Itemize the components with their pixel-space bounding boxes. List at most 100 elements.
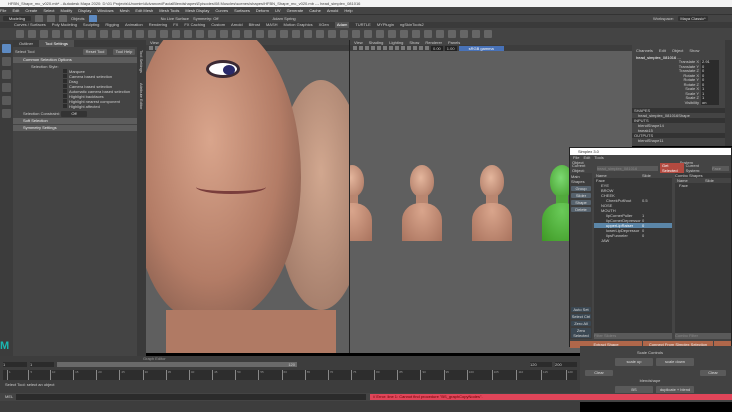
checkbox[interactable]: [63, 104, 67, 108]
shelf-tool-icon[interactable]: [208, 30, 216, 38]
symmetry-dropdown[interactable]: Symmetry: Off: [193, 16, 218, 21]
shelf-tool-icon[interactable]: [220, 30, 228, 38]
selection-constraint-dropdown[interactable]: Off: [61, 111, 88, 117]
shelf-tool-icon[interactable]: [340, 30, 348, 38]
zero-selected-button[interactable]: Zero Selected: [571, 328, 591, 338]
shelf-tool-icon[interactable]: [328, 30, 336, 38]
checkbox[interactable]: [63, 79, 67, 83]
slider-filter-input[interactable]: Filter Sliders: [594, 333, 672, 339]
selection-option[interactable]: Highlight affected: [13, 104, 137, 109]
cb-output[interactable]: blendShape11: [632, 138, 725, 143]
auto-set-button[interactable]: Auto Set: [571, 307, 591, 312]
menu-display[interactable]: Display: [78, 8, 91, 13]
menu-file[interactable]: File: [0, 8, 6, 13]
start-frame-field[interactable]: 1: [3, 362, 27, 367]
checkbox[interactable]: [63, 89, 67, 93]
menu-select[interactable]: Select: [43, 8, 54, 13]
shelf-tool-icon[interactable]: [376, 30, 384, 38]
delete-button[interactable]: Delete: [571, 207, 591, 212]
shelf-tool-icon[interactable]: [232, 30, 240, 38]
menu-mesh-tools[interactable]: Mesh Tools: [159, 8, 179, 13]
shelf-tool-icon[interactable]: [280, 30, 288, 38]
scale-tool-icon[interactable]: [2, 109, 11, 118]
shelf-tool-icon[interactable]: [88, 30, 96, 38]
shelf-tool-icon[interactable]: [244, 30, 252, 38]
end-frame-field[interactable]: 200: [555, 362, 577, 367]
lasso-tool-icon[interactable]: [2, 57, 11, 66]
shelf-tool-icon[interactable]: [16, 30, 24, 38]
menu-deform[interactable]: Deform: [256, 8, 269, 13]
shelf-tool-icon[interactable]: [76, 30, 84, 38]
shelf-tool-icon[interactable]: [112, 30, 120, 38]
clear-button-right[interactable]: Clear: [700, 370, 726, 376]
common-selection-frame[interactable]: Common Selection Options: [13, 57, 137, 63]
checkbox[interactable]: [63, 84, 67, 88]
shelf-tool-icon[interactable]: [436, 30, 444, 38]
shelf-tool-icon[interactable]: [100, 30, 108, 38]
shelf-tool-icon[interactable]: [136, 30, 144, 38]
menu-modify[interactable]: Modify: [61, 8, 73, 13]
menu-edit-mesh[interactable]: Edit Mesh: [135, 8, 153, 13]
attr-value[interactable]: on: [701, 100, 719, 105]
menu-surfaces[interactable]: Surfaces: [234, 8, 250, 13]
shelf-tool-icon[interactable]: [64, 30, 72, 38]
checkbox[interactable]: [63, 74, 67, 78]
combo-tree-item[interactable]: Face: [675, 183, 731, 188]
shelf-tool-icon[interactable]: [148, 30, 156, 38]
shelf-tool-icon[interactable]: [364, 30, 372, 38]
menu-edit[interactable]: Edit: [12, 8, 19, 13]
attribute-editor-strip-tab[interactable]: Attribute Editor: [139, 83, 144, 109]
cb-menu-channels[interactable]: Channels: [636, 48, 653, 53]
menu-cache[interactable]: Cache: [309, 8, 321, 13]
tool-help-button[interactable]: Tool Help: [113, 48, 135, 55]
reset-tool-button[interactable]: Reset Tool: [83, 48, 107, 55]
shelf-tool-icon[interactable]: [268, 30, 276, 38]
simplex-menu-tools[interactable]: Tools: [594, 155, 603, 160]
scale-down-button[interactable]: scale down: [656, 358, 694, 366]
select-ctrl-button[interactable]: Select Ctrl: [571, 314, 591, 319]
shelf-tool-icon[interactable]: [316, 30, 324, 38]
shelf-tool-icon[interactable]: [52, 30, 60, 38]
menu-help[interactable]: Help: [344, 8, 352, 13]
shelf-tool-icon[interactable]: [484, 30, 492, 38]
menu-generate[interactable]: Generate: [287, 8, 304, 13]
slider-tree[interactable]: Name Slide Face EYE BROW CHEEK CheekPuff/out 0…: [594, 173, 672, 339]
rotate-tool-icon[interactable]: [2, 96, 11, 105]
vp2-menu-renderer[interactable]: Renderer: [425, 40, 442, 45]
shelf-tool-icon[interactable]: [352, 30, 360, 38]
channel-attr[interactable]: Visibility on: [632, 100, 719, 105]
group-button[interactable]: Group: [571, 186, 591, 191]
checkbox[interactable]: [63, 69, 67, 73]
tool-settings-strip-tab[interactable]: Tool Settings: [139, 50, 144, 73]
color-space-dropdown[interactable]: sRGB gamma: [458, 45, 504, 51]
shelf-tool-icon[interactable]: [184, 30, 192, 38]
get-selected-button[interactable]: Get Selected: [659, 163, 684, 173]
tab-tool-settings[interactable]: Tool Settings: [39, 40, 74, 47]
paint-select-icon[interactable]: [2, 70, 11, 79]
vp2-menu-lighting[interactable]: Lighting: [389, 40, 403, 45]
command-input[interactable]: [16, 394, 366, 400]
combo-tree[interactable]: Combo Shapes Name Slide Face Combo Filter: [675, 173, 731, 339]
current-system-dropdown[interactable]: Face: [712, 165, 729, 171]
shelf-tool-icon[interactable]: [460, 30, 468, 38]
range-slider[interactable]: 120: [57, 362, 297, 367]
shelf-tool-icon[interactable]: [40, 30, 48, 38]
simplex-menu-edit[interactable]: Edit: [583, 155, 590, 160]
shelf-tool-icon[interactable]: [304, 30, 312, 38]
shelf-tool-icon[interactable]: [28, 30, 36, 38]
shelf-tool-icon[interactable]: [256, 30, 264, 38]
viewport-left[interactable]: ViewShadingLightingShowRendererPanels: [146, 40, 349, 353]
tree-item[interactable]: JAW: [594, 238, 672, 243]
shelf-tool-icon[interactable]: [388, 30, 396, 38]
shelf-tool-icon[interactable]: [124, 30, 132, 38]
mel-label[interactable]: MEL: [5, 393, 13, 401]
objects-dropdown[interactable]: Objects: [71, 16, 85, 21]
spring-dropdown[interactable]: Adam Spring: [273, 16, 296, 21]
shelf-tool-icon[interactable]: [172, 30, 180, 38]
shelf-tool-icon[interactable]: [196, 30, 204, 38]
cb-menu-edit[interactable]: Edit: [659, 48, 666, 53]
tab-outliner[interactable]: Outliner: [13, 40, 39, 47]
live-surface[interactable]: No Live Surface: [161, 16, 189, 21]
shape-button[interactable]: Shape: [571, 200, 591, 205]
vp-menu-view[interactable]: View: [150, 40, 159, 45]
